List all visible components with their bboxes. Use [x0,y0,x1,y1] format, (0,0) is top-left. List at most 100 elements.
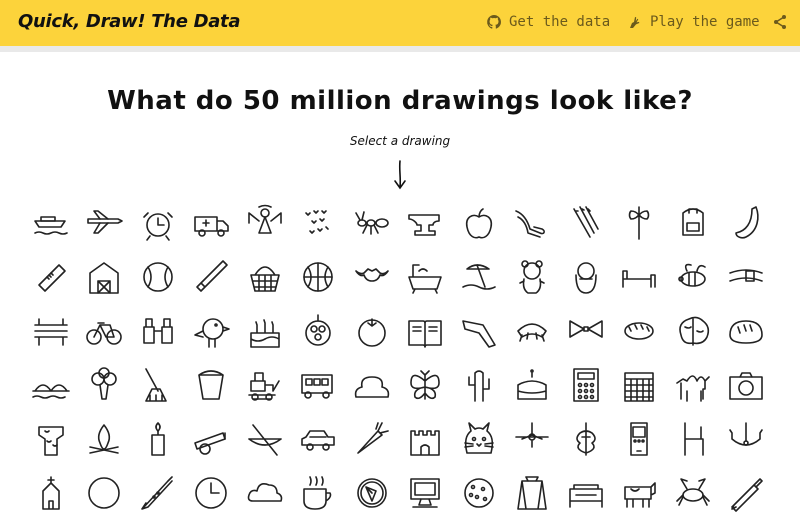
drawing-banana[interactable] [720,196,774,250]
drawing-baseball[interactable] [131,250,185,304]
drawing-bottlecap[interactable] [506,304,560,358]
drawing-car[interactable] [292,412,346,466]
drawing-animal-migration[interactable] [292,196,346,250]
drawing-blackberry[interactable] [292,304,346,358]
drawing-bread[interactable] [720,304,774,358]
drawing-bandage[interactable] [24,250,78,304]
drawing-brain[interactable] [666,304,720,358]
bench-icon [33,318,68,346]
drawing-bowtie[interactable] [559,304,613,358]
drawing-chandelier[interactable] [720,412,774,466]
drawing-asparagus[interactable] [559,196,613,250]
drawing-arm[interactable] [506,196,560,250]
drawing-aircraft-carrier[interactable] [24,196,78,250]
drawing-bird[interactable] [185,304,239,358]
drawing-cake[interactable] [506,358,560,412]
drawing-cooler[interactable] [506,466,560,520]
drawing-broom[interactable] [131,358,185,412]
drawing-ant[interactable] [345,196,399,250]
drawing-canoe[interactable] [238,412,292,466]
drawing-cello[interactable] [559,412,613,466]
drawing-bathtub[interactable] [399,250,453,304]
drawing-ambulance[interactable] [185,196,239,250]
drawing-apple[interactable] [452,196,506,250]
drawing-alarm-clock[interactable] [131,196,185,250]
drawing-bulldozer[interactable] [238,358,292,412]
drawing-angel[interactable] [238,196,292,250]
drawing-cow[interactable] [613,466,667,520]
drawing-chair[interactable] [666,412,720,466]
drawing-cat[interactable] [452,412,506,466]
drawing-basket[interactable] [238,250,292,304]
drawing-birthday-cake[interactable] [238,304,292,358]
drawing-crab[interactable] [666,466,720,520]
drawing-basketball[interactable] [292,250,346,304]
drawing-clock[interactable] [185,466,239,520]
drawing-butterfly[interactable] [399,358,453,412]
drawing-broccoli[interactable] [78,358,132,412]
drawing-camouflage[interactable] [24,412,78,466]
drawing-circle[interactable] [78,466,132,520]
drawing-binoculars[interactable] [131,304,185,358]
ceiling-fan-icon [515,422,550,448]
beard-icon [574,262,597,294]
drawing-compass[interactable] [345,466,399,520]
drawing-blueberry[interactable] [345,304,399,358]
drawing-cloud[interactable] [238,466,292,520]
drawing-bicycle[interactable] [78,304,132,358]
bowtie-icon [568,320,603,338]
drawing-cannon[interactable] [185,412,239,466]
drawing-camel[interactable] [666,358,720,412]
drawing-beach[interactable] [452,250,506,304]
bee-icon [677,263,706,287]
drawing-church[interactable] [24,466,78,520]
drawing-bear[interactable] [506,250,560,304]
drawing-crayon[interactable] [720,466,774,520]
drawing-bed[interactable] [613,250,667,304]
drawing-bee[interactable] [666,250,720,304]
drawing-barn[interactable] [78,250,132,304]
drawing-campfire[interactable] [78,412,132,466]
drawing-book[interactable] [399,304,453,358]
drawing-computer[interactable] [399,466,453,520]
drawing-calculator[interactable] [559,358,613,412]
drawing-beard[interactable] [559,250,613,304]
bear-icon [519,260,546,294]
drawing-boomerang[interactable] [452,304,506,358]
drawing-anvil[interactable] [399,196,453,250]
drawing-clarinet[interactable] [131,466,185,520]
get-data-link[interactable]: Get the data [486,14,610,30]
drawing-coffee-cup[interactable] [292,466,346,520]
drawing-carrot[interactable] [345,412,399,466]
drawing-bench[interactable] [24,304,78,358]
coffee-cup-icon [303,476,332,510]
drawing-ceiling-fan[interactable] [506,412,560,466]
drawing-baseball-bat[interactable] [185,250,239,304]
animal-migration-icon [305,210,330,234]
blackberry-icon [305,314,332,346]
drawing-belt[interactable] [720,250,774,304]
drawing-camera[interactable] [720,358,774,412]
drawing-candle[interactable] [131,412,185,466]
drawing-bus[interactable] [292,358,346,412]
drawing-axe[interactable] [613,196,667,250]
drawing-castle[interactable] [399,412,453,466]
drawing-calendar[interactable] [613,358,667,412]
drawing-couch[interactable] [559,466,613,520]
drawing-cell-phone[interactable] [613,412,667,466]
drawing-backpack[interactable] [666,196,720,250]
anvil-icon [408,214,441,236]
drawing-cookie[interactable] [452,466,506,520]
drawing-bat[interactable] [345,250,399,304]
play-game-link[interactable]: Play the game [627,14,760,30]
drawing-cactus[interactable] [452,358,506,412]
drawing-bracelet[interactable] [613,304,667,358]
drawing-bucket[interactable] [185,358,239,412]
drawing-bush[interactable] [345,358,399,412]
hand-drawing-icon [630,17,640,28]
bucket-icon [198,370,225,400]
drawing-airplane[interactable] [78,196,132,250]
drawing-bridge[interactable] [24,358,78,412]
share-button[interactable] [772,14,788,34]
brand-title[interactable]: Quick, Draw! The Data [18,11,241,32]
